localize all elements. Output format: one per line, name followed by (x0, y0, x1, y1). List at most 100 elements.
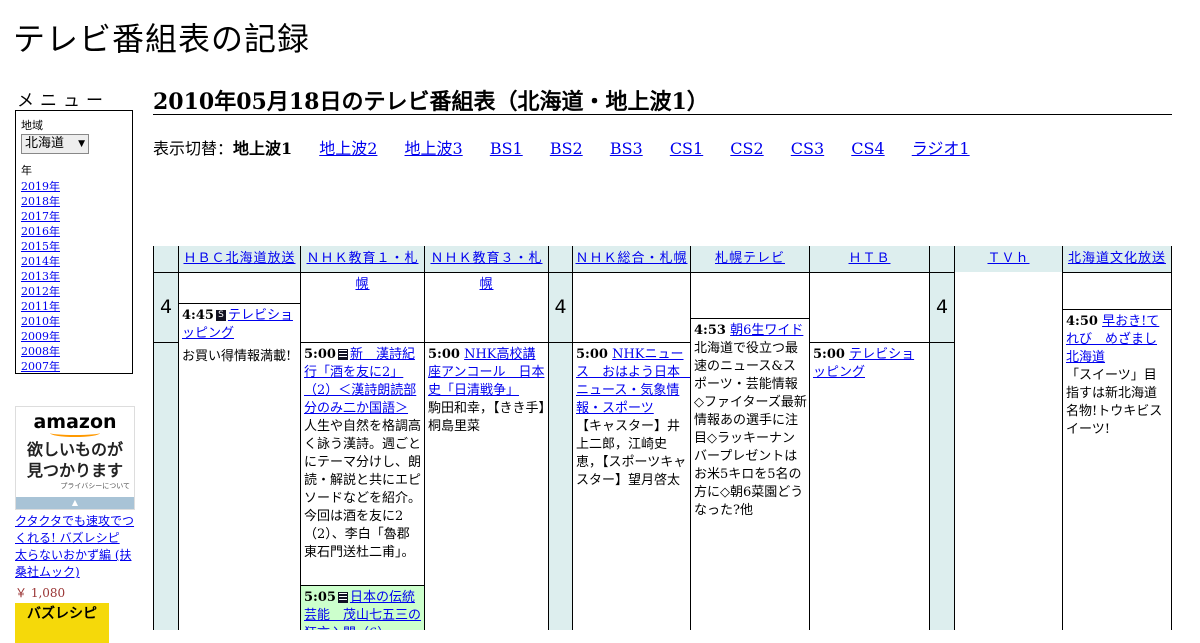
amazon-ad: amazon 欲しいものが 見つかります プライバシーについて ▲ クタクタでも… (15, 406, 135, 643)
switch-link[interactable]: ラジオ1 (912, 139, 970, 158)
switch-current: 地上波1 (233, 139, 293, 158)
switch-link[interactable]: CS3 (791, 139, 824, 158)
year-link[interactable]: 2013年 (21, 269, 127, 284)
display-switch: 表示切替：地上波1 地上波2 地上波3 BS1 BS2 BS3 CS1 CS2 … (153, 135, 992, 159)
bilingual-icon (337, 349, 348, 360)
hour-column: 4 (548, 246, 572, 630)
channel-link[interactable]: ＨＴＢ (848, 251, 890, 266)
program-description: 駒田和幸，【きき手】桐島里菜 (428, 401, 546, 434)
program-description: 人生や自然を格調高く詠う漢詩。週ごとにテーマ分けし、朗読・解説と共にエピソードな… (304, 419, 422, 560)
hour-divider (549, 342, 572, 343)
program-cell: 4:45 S テレビショッピング お買い得情報満載! (179, 303, 300, 630)
channel-link[interactable]: ＮＨＫ総合・札幌 (575, 251, 687, 266)
program-description: お買い得情報満載! (182, 349, 292, 364)
ad-tagline-line: 欲しいものが (26, 440, 123, 459)
program-time: 4:53 (694, 323, 726, 338)
year-link[interactable]: 2018年 (21, 194, 127, 209)
channel-column: ＮＨＫ総合・札幌 5:00 NHKニュース おはよう日本 ニュース・気象情報・ス… (572, 246, 690, 630)
channel-column: 北海道文化放送 4:50 早おき!てれび めざまし北海道 「スイーツ」目指すは新… (1062, 246, 1171, 630)
menu-heading: メニュー (17, 91, 109, 111)
switch-link[interactable]: CS4 (851, 139, 884, 158)
hour-label: 4 (554, 296, 567, 318)
year-link[interactable]: 2016年 (21, 224, 127, 239)
region-select-value: 北海道 (25, 136, 65, 151)
bilingual-icon (337, 592, 348, 603)
channel-header: 北海道文化放送 (1063, 246, 1171, 273)
program-description: 北海道で役立つ最速のニュース&スポーツ・芸能情報◇ファイターズ最新情報あの選手に… (694, 341, 807, 518)
channel-column: ＨＢＣ北海道放送 4:45 S テレビショッピング お買い得情報満載! (178, 246, 300, 630)
hour-label: 4 (935, 296, 949, 318)
channel-header: ＨＴＢ (810, 246, 929, 273)
year-link[interactable]: 2015年 (21, 239, 127, 254)
switch-link[interactable]: BS2 (550, 139, 583, 158)
channel-link[interactable]: ＴＶｈ (987, 251, 1029, 266)
program-cell: 4:53 朝6生ワイド 北海道で役立つ最速のニュース&スポーツ・芸能情報◇ファイ… (691, 318, 809, 630)
hour-header (154, 246, 178, 273)
hour-divider (930, 342, 954, 343)
hour-column: 4 (153, 246, 178, 630)
channel-link[interactable]: ＮＨＫ教育３・札幌 (430, 251, 542, 292)
year-link[interactable]: 2017年 (21, 209, 127, 224)
year-list: 2019年 2018年 2017年 2016年 2015年 2014年 2013… (21, 179, 127, 374)
switch-link[interactable]: CS2 (730, 139, 763, 158)
ad-tagline: 欲しいものが 見つかります (16, 439, 134, 481)
year-link[interactable]: 2008年 (21, 344, 127, 359)
ad-price: ￥ 1,080 (15, 586, 66, 600)
hour-header (549, 246, 572, 273)
program-description: 【キャスター】井上二郎，江崎史恵，【スポーツキャスター】望月啓太 (576, 419, 687, 488)
program-time: 5:00 (813, 347, 845, 362)
channel-link[interactable]: 北海道文化放送 (1068, 251, 1166, 266)
switch-link[interactable]: BS1 (490, 139, 523, 158)
ad-tagline-line: 見つかります (26, 461, 123, 480)
program-cell: 5:00 新 漢詩紀行「酒を友に2」（2）＜漢詩朗読部分のみ二か国語＞ 人生や自然… (301, 342, 424, 585)
switch-link[interactable]: 地上波2 (319, 139, 377, 158)
channel-column: 札幌テレビ 4:53 朝6生ワイド 北海道で役立つ最速のニュース&スポーツ・芸能… (690, 246, 809, 630)
schedule-table: 4 ＨＢＣ北海道放送 4:45 S テレビショッピング お買い得情報満載! ＮＨＫ教… (153, 246, 1172, 630)
year-link[interactable]: 2014年 (21, 254, 127, 269)
ad-banner[interactable]: amazon 欲しいものが 見つかります プライバシーについて ▲ (15, 406, 135, 510)
switch-link[interactable]: BS3 (610, 139, 643, 158)
title-divider (153, 114, 1172, 115)
hour-divider (154, 342, 178, 343)
program-cell: 5:00 テレビショッピング (810, 342, 929, 630)
ad-privacy-link[interactable]: プライバシーについて (16, 481, 134, 491)
channel-column: ＴＶｈ (954, 246, 1062, 630)
year-link[interactable]: 2007年 (21, 359, 127, 374)
switch-label: 表示切替： (153, 139, 234, 158)
channel-column: ＨＴＢ 5:00 テレビショッピング (809, 246, 929, 630)
channel-link[interactable]: 札幌テレビ (715, 251, 785, 266)
amazon-logo: amazon (33, 411, 117, 433)
year-link[interactable]: 2010年 (21, 314, 127, 329)
year-link[interactable]: 2019年 (21, 179, 127, 194)
year-link[interactable]: 2011年 (21, 299, 127, 314)
program-cell: 4:50 早おき!てれび めざまし北海道 「スイーツ」目指すは新北海道名物!トウ… (1063, 309, 1171, 630)
chevron-up-icon[interactable]: ▲ (16, 497, 134, 509)
year-link[interactable]: 2012年 (21, 284, 127, 299)
region-select[interactable]: 北海道 ▼ (21, 134, 89, 154)
program-time: 5:05 (304, 590, 336, 605)
channel-header: ＴＶｈ (955, 246, 1062, 273)
table-right-border (1171, 246, 1172, 630)
channel-column: ＮＨＫ教育３・札幌 5:00 NHK高校講座アンコール 日本史「日清戦争」 駒田… (424, 246, 548, 630)
switch-link[interactable]: 地上波3 (405, 139, 463, 158)
program-time: 5:00 (428, 347, 460, 362)
menu-box: 地域 北海道 ▼ 年 2019年 2018年 2017年 2016年 2015年 … (15, 110, 133, 374)
switch-link[interactable]: CS1 (670, 139, 703, 158)
year-link[interactable]: 2009年 (21, 329, 127, 344)
ad-book-thumbnail[interactable]: バズレシピ (15, 603, 109, 643)
ad-product-link[interactable]: クタクタでも速攻でつくれる! バズレシピ 太らないおかず編 (扶桑社ムック) (15, 513, 135, 581)
channel-column: ＮＨＫ教育１・札幌 5:00 新 漢詩紀行「酒を友に2」（2）＜漢詩朗読部分のみ二… (300, 246, 424, 630)
program-cell: 5:00 NHK高校講座アンコール 日本史「日清戦争」 駒田和幸，【きき手】桐島… (425, 342, 548, 630)
channel-link[interactable]: ＨＢＣ北海道放送 (183, 251, 295, 266)
program-time: 4:45 (182, 308, 214, 323)
program-title-link[interactable]: 朝6生ワイド (730, 323, 803, 338)
program-time: 5:00 (304, 347, 336, 362)
region-label: 地域 (21, 119, 43, 132)
channel-link[interactable]: ＮＨＫ教育１・札幌 (306, 251, 418, 292)
chevron-down-icon: ▼ (78, 139, 85, 149)
program-time: 5:00 (576, 347, 608, 362)
hour-label: 4 (159, 296, 173, 318)
site-title: テレビ番組表の記録 (13, 20, 311, 58)
page-title: 2010年05月18日のテレビ番組表（北海道・地上波1） (153, 89, 709, 115)
program-description: 「スイーツ」目指すは新北海道名物!トウキビスイーツ! (1066, 368, 1163, 437)
